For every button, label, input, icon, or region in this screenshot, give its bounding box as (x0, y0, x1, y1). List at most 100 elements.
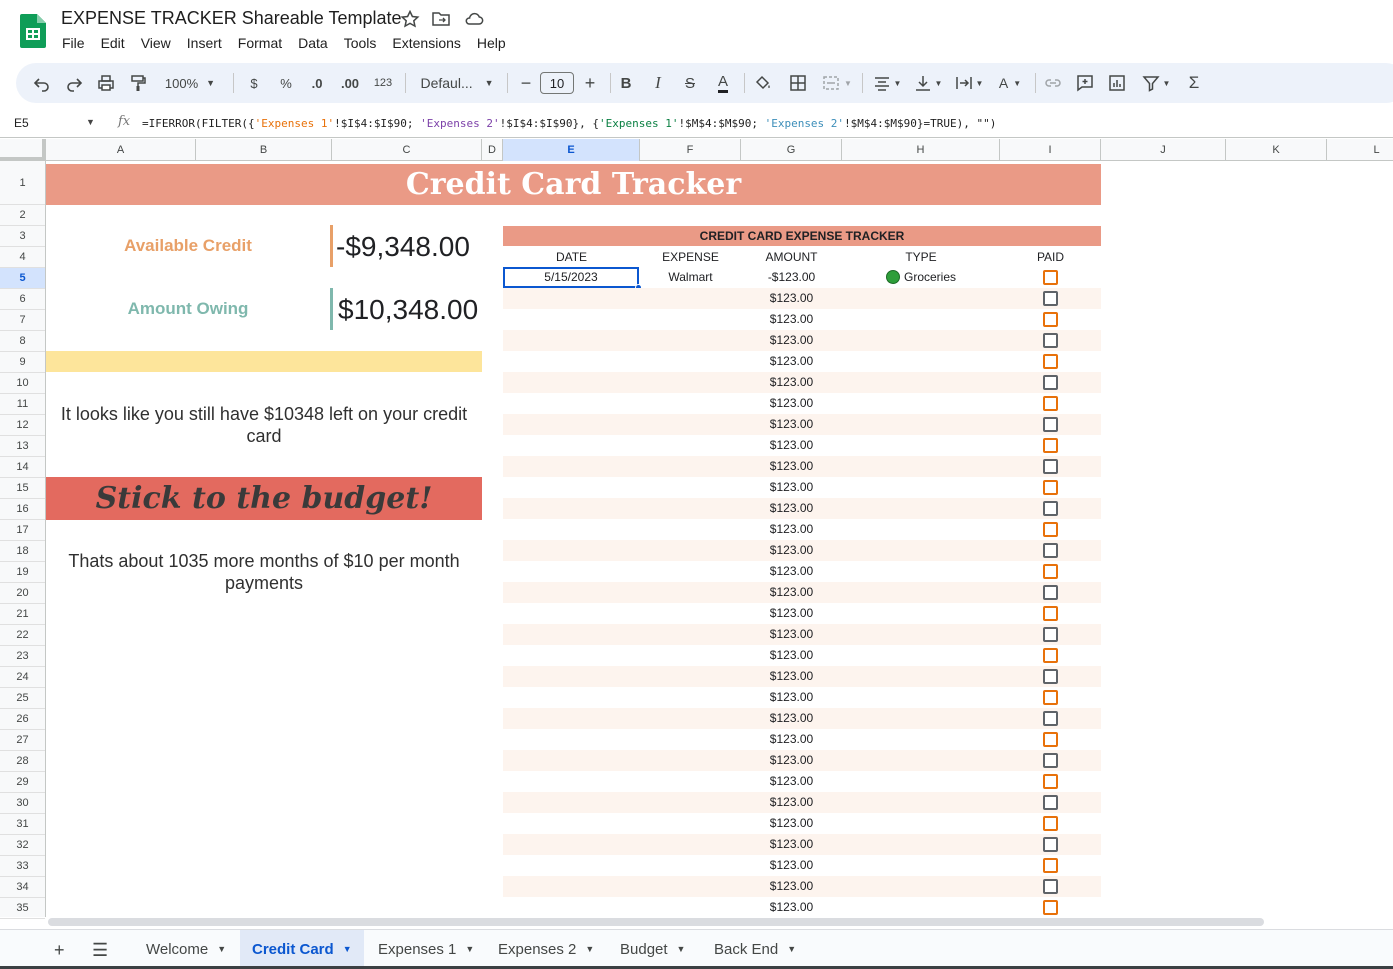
amount-cell[interactable]: $123.00 (741, 351, 842, 372)
all-sheets-button[interactable]: ☰ (92, 930, 108, 969)
decrease-decimal-button[interactable]: .0 (305, 63, 329, 103)
row-header[interactable]: 11 (0, 394, 45, 415)
menu-extensions[interactable]: Extensions (392, 35, 460, 51)
amount-cell[interactable]: $123.00 (741, 729, 842, 750)
amount-cell[interactable]: $123.00 (741, 561, 842, 582)
tab-dropdown-icon[interactable]: ▼ (677, 944, 686, 954)
row-header[interactable]: 21 (0, 604, 45, 625)
amount-cell[interactable]: $123.00 (741, 393, 842, 414)
row-header[interactable]: 23 (0, 646, 45, 667)
amount-cell[interactable]: $123.00 (741, 666, 842, 687)
paid-checkbox[interactable] (1043, 669, 1058, 684)
row-header[interactable]: 16 (0, 499, 45, 520)
paint-format-button[interactable] (126, 63, 150, 103)
paid-checkbox[interactable] (1043, 459, 1058, 474)
amount-cell[interactable]: $123.00 (741, 435, 842, 456)
italic-button[interactable]: I (648, 63, 668, 103)
amount-cell[interactable]: $123.00 (741, 414, 842, 435)
menu-edit[interactable]: Edit (101, 35, 125, 51)
row-header[interactable]: 1 (0, 161, 45, 205)
row-header[interactable]: 28 (0, 751, 45, 772)
paid-checkbox[interactable] (1043, 375, 1058, 390)
paid-checkbox[interactable] (1043, 774, 1058, 789)
text-color-button[interactable]: A (710, 63, 736, 103)
amount-cell[interactable]: $123.00 (741, 834, 842, 855)
row-header[interactable]: 24 (0, 667, 45, 688)
text-rotation-button[interactable]: A ▼ (992, 63, 1028, 103)
amount-cell[interactable]: $123.00 (741, 792, 842, 813)
amount-cell[interactable]: $123.00 (741, 603, 842, 624)
horizontal-scrollbar[interactable] (48, 918, 1264, 926)
star-icon[interactable] (400, 10, 420, 28)
paid-checkbox[interactable] (1043, 438, 1058, 453)
column-header-d[interactable]: D (482, 139, 503, 161)
row-header[interactable]: 13 (0, 436, 45, 457)
tab-dropdown-icon[interactable]: ▼ (343, 944, 352, 954)
move-folder-icon[interactable] (431, 10, 451, 28)
column-header-b[interactable]: B (196, 139, 332, 161)
row-header[interactable]: 8 (0, 331, 45, 352)
row-header[interactable]: 9 (0, 352, 45, 373)
increase-decimal-button[interactable]: .00 (337, 63, 363, 103)
zoom-select[interactable]: 100% ▼ (159, 63, 221, 103)
sheets-logo-icon[interactable] (20, 14, 46, 48)
decrease-font-size-button[interactable]: − (516, 63, 536, 103)
paid-checkbox[interactable] (1043, 270, 1058, 285)
insert-comment-button[interactable] (1074, 63, 1096, 103)
tab-dropdown-icon[interactable]: ▼ (787, 944, 796, 954)
paid-checkbox[interactable] (1043, 711, 1058, 726)
amount-cell[interactable]: $123.00 (741, 582, 842, 603)
fill-color-button[interactable] (752, 63, 774, 103)
insert-chart-button[interactable] (1106, 63, 1128, 103)
paid-checkbox[interactable] (1043, 858, 1058, 873)
row-header[interactable]: 34 (0, 877, 45, 898)
name-box[interactable]: E5 (14, 116, 29, 130)
amount-cell[interactable]: $123.00 (741, 288, 842, 309)
amount-cell[interactable]: $123.00 (741, 813, 842, 834)
row-header[interactable]: 19 (0, 562, 45, 583)
formula-input[interactable]: =IFERROR(FILTER({'Expenses 1'!$I$4:$I$90… (142, 117, 996, 130)
row-header[interactable]: 3 (0, 226, 45, 247)
row-header[interactable]: 14 (0, 457, 45, 478)
row-header[interactable]: 18 (0, 541, 45, 562)
row-header[interactable]: 27 (0, 730, 45, 751)
strikethrough-button[interactable]: S (680, 63, 700, 103)
print-button[interactable] (94, 63, 118, 103)
paid-checkbox[interactable] (1043, 312, 1058, 327)
paid-checkbox[interactable] (1043, 291, 1058, 306)
expense-cell[interactable]: Walmart (640, 267, 741, 288)
paid-checkbox[interactable] (1043, 795, 1058, 810)
row-header[interactable]: 35 (0, 898, 45, 919)
select-all-corner[interactable] (0, 139, 46, 161)
paid-checkbox[interactable] (1043, 690, 1058, 705)
merge-cells-button[interactable]: ▼ (818, 63, 856, 103)
column-header-k[interactable]: K (1226, 139, 1327, 161)
vertical-align-button[interactable]: ▼ (910, 63, 946, 103)
percent-format-button[interactable]: % (275, 63, 297, 103)
horizontal-align-button[interactable]: ▼ (869, 63, 905, 103)
row-header[interactable]: 33 (0, 856, 45, 877)
amount-cell[interactable]: $123.00 (741, 855, 842, 876)
paid-checkbox[interactable] (1043, 333, 1058, 348)
bold-button[interactable]: B (616, 63, 636, 103)
menu-help[interactable]: Help (477, 35, 506, 51)
tab-budget[interactable]: Budget ▼ (608, 930, 697, 968)
row-header[interactable]: 4 (0, 247, 45, 268)
amount-cell[interactable]: $123.00 (741, 750, 842, 771)
amount-cell[interactable]: $123.00 (741, 687, 842, 708)
more-formats-button[interactable]: 123 (370, 63, 396, 103)
row-header[interactable]: 30 (0, 793, 45, 814)
tab-credit-card[interactable]: Credit Card ▼ (240, 930, 364, 968)
paid-checkbox[interactable] (1043, 627, 1058, 642)
currency-format-button[interactable]: $ (244, 63, 264, 103)
cloud-status-icon[interactable] (464, 10, 484, 28)
document-title[interactable]: EXPENSE TRACKER Shareable Template (61, 8, 402, 29)
row-header[interactable]: 31 (0, 814, 45, 835)
paid-checkbox[interactable] (1043, 648, 1058, 663)
amount-cell[interactable]: $123.00 (741, 540, 842, 561)
paid-checkbox[interactable] (1043, 543, 1058, 558)
paid-checkbox[interactable] (1043, 564, 1058, 579)
column-header-a[interactable]: A (46, 139, 196, 161)
paid-checkbox[interactable] (1043, 396, 1058, 411)
row-header[interactable]: 17 (0, 520, 45, 541)
